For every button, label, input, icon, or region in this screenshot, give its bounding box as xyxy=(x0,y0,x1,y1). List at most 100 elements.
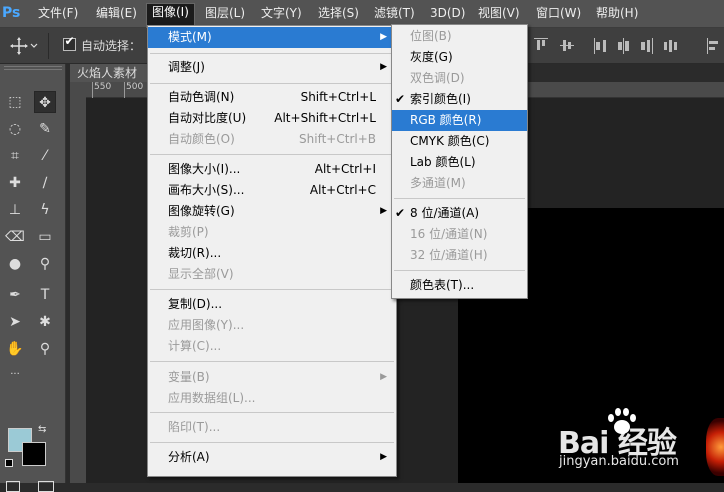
swap-colors-icon[interactable]: ⇆ xyxy=(38,424,46,435)
menu-item-trap[interactable]: 陷印(T)... xyxy=(148,417,396,438)
menu-item-crop[interactable]: 裁剪(P) xyxy=(148,222,396,243)
more-tools-icon[interactable]: ··· xyxy=(4,364,26,386)
menu-item-label: 图像大小(I)... xyxy=(168,162,241,176)
menu-item-shortcut: Shift+Ctrl+B xyxy=(299,132,376,146)
distribute-right-icon[interactable] xyxy=(640,38,654,54)
menu-item-image-rotation[interactable]: 图像旋转(G) ▶ xyxy=(148,201,396,222)
menu-item-calculations[interactable]: 计算(C)... xyxy=(148,336,396,357)
menu-view[interactable]: 视图(V) xyxy=(473,5,525,22)
menu-select[interactable]: 选择(S) xyxy=(313,5,364,22)
mode-submenu: 位图(B) 灰度(G) 双色调(D) ✔ 索引颜色(I) RGB 颜色(R) CM… xyxy=(391,24,528,299)
menu-item-apply-image[interactable]: 应用图像(Y)... xyxy=(148,315,396,336)
menu-separator xyxy=(394,270,525,271)
background-color-swatch[interactable] xyxy=(22,442,46,466)
type-icon[interactable]: T xyxy=(34,284,56,306)
align-left-icon[interactable] xyxy=(707,38,721,54)
submenu-item-color-table[interactable]: 颜色表(T)... xyxy=(392,275,527,296)
menu-separator xyxy=(150,361,394,362)
menu-item-auto-tone[interactable]: 自动色调(N) Shift+Ctrl+L xyxy=(148,87,396,108)
blur-icon[interactable]: ● xyxy=(4,253,26,275)
menu-layer[interactable]: 图层(L) xyxy=(200,5,250,22)
zoom-icon[interactable]: ⚲ xyxy=(34,338,56,360)
menu-separator xyxy=(150,53,394,54)
menu-item-label: 调整(J) xyxy=(168,60,205,74)
submenu-arrow-icon: ▶ xyxy=(380,452,387,462)
document-tab[interactable]: 火焰人素材 xyxy=(70,64,150,82)
menu-separator xyxy=(150,154,394,155)
healing-brush-icon[interactable]: ✚ xyxy=(4,172,26,194)
submenu-item-8-bit[interactable]: ✔ 8 位/通道(A) xyxy=(392,203,527,224)
distribute-icon[interactable] xyxy=(593,38,607,54)
photoshop-logo: Ps xyxy=(2,5,21,21)
menu-item-label: 颜色表(T)... xyxy=(410,278,475,292)
menu-item-reveal-all[interactable]: 显示全部(V) xyxy=(148,264,396,285)
divider xyxy=(48,33,49,59)
menu-item-duplicate[interactable]: 复制(D)... xyxy=(148,294,396,315)
menu-item-shortcut: Alt+Ctrl+I xyxy=(314,162,376,176)
menu-item-trim[interactable]: 裁切(R)... xyxy=(148,243,396,264)
lasso-icon[interactable]: ◌ xyxy=(4,118,26,140)
quick-select-icon[interactable]: ✎ xyxy=(34,118,56,140)
submenu-item-16-bit[interactable]: 16 位/通道(N) xyxy=(392,224,527,245)
menu-3d[interactable]: 3D(D) xyxy=(425,5,470,22)
eyedropper-icon[interactable]: ⁄ xyxy=(34,145,56,167)
move-tool-options-icon[interactable] xyxy=(10,36,40,56)
submenu-item-cmyk-color[interactable]: CMYK 颜色(C) xyxy=(392,131,527,152)
menu-item-apply-data-set[interactable]: 应用数据组(L)... xyxy=(148,388,396,409)
submenu-item-rgb-color[interactable]: RGB 颜色(R) xyxy=(392,110,527,131)
submenu-item-bitmap[interactable]: 位图(B) xyxy=(392,26,527,47)
image-menu-dropdown: 模式(M) ▶ 调整(J) ▶ 自动色调(N) Shift+Ctrl+L 自动对比度(… xyxy=(147,25,397,477)
menu-item-shortcut: Alt+Ctrl+C xyxy=(309,183,376,197)
pen-icon[interactable]: ✒ xyxy=(4,284,26,306)
menu-item-auto-color[interactable]: 自动颜色(O) Shift+Ctrl+B xyxy=(148,129,396,150)
hand-icon[interactable]: ✋ xyxy=(4,338,26,360)
menu-edit[interactable]: 编辑(E) xyxy=(91,5,142,22)
distribute-center-icon[interactable] xyxy=(617,38,631,54)
menu-item-label: 8 位/通道(A) xyxy=(410,206,480,220)
ruler-tick-label: 550 xyxy=(92,82,111,98)
menu-item-label: 陷印(T)... xyxy=(168,420,221,434)
default-colors-icon[interactable] xyxy=(5,459,13,467)
shape-icon[interactable]: ✱ xyxy=(34,311,56,333)
menu-item-shortcut: Alt+Shift+Ctrl+L xyxy=(274,111,376,125)
distribute-h-icon[interactable] xyxy=(664,38,678,54)
menu-item-analysis[interactable]: 分析(A) ▶ xyxy=(148,447,396,468)
menu-separator xyxy=(150,442,394,443)
menu-item-label: 应用图像(Y)... xyxy=(168,318,245,332)
align-vcenter-icon[interactable] xyxy=(560,38,574,54)
align-top-icon[interactable] xyxy=(534,38,548,54)
path-select-icon[interactable]: ➤ xyxy=(4,311,26,333)
menu-help[interactable]: 帮助(H) xyxy=(591,5,643,22)
marquee-icon[interactable]: ⬚ xyxy=(4,91,26,113)
menu-item-image-size[interactable]: 图像大小(I)... Alt+Ctrl+I xyxy=(148,159,396,180)
menu-item-mode[interactable]: 模式(M) ▶ xyxy=(148,27,396,48)
submenu-item-lab-color[interactable]: Lab 颜色(L) xyxy=(392,152,527,173)
gradient-icon[interactable]: ▭ xyxy=(34,226,56,248)
submenu-item-32-bit[interactable]: 32 位/通道(H) xyxy=(392,245,527,266)
clone-stamp-icon[interactable]: ⊥ xyxy=(4,199,26,221)
menu-filter[interactable]: 滤镜(T) xyxy=(369,5,420,22)
history-brush-icon[interactable]: ϟ xyxy=(34,199,56,221)
eraser-icon[interactable]: ⌫ xyxy=(4,226,26,248)
crop-icon[interactable]: ⌗ xyxy=(4,145,26,167)
menu-item-label: 多通道(M) xyxy=(410,176,466,190)
menu-item-adjust[interactable]: 调整(J) ▶ xyxy=(148,57,396,78)
submenu-arrow-icon: ▶ xyxy=(380,372,387,382)
menu-item-auto-contrast[interactable]: 自动对比度(U) Alt+Shift+Ctrl+L xyxy=(148,108,396,129)
brush-icon[interactable]: ∕ xyxy=(34,172,56,194)
move-tool-icon[interactable]: ✥ xyxy=(34,91,56,113)
menu-item-label: 位图(B) xyxy=(410,29,452,43)
checkmark-icon: ✔ xyxy=(395,206,406,220)
menu-type[interactable]: 文字(Y) xyxy=(256,5,307,22)
submenu-item-duotone[interactable]: 双色调(D) xyxy=(392,68,527,89)
submenu-item-indexed-color[interactable]: ✔ 索引颜色(I) xyxy=(392,89,527,110)
submenu-item-multichannel[interactable]: 多通道(M) xyxy=(392,173,527,194)
menu-item-variables[interactable]: 变量(B) ▶ xyxy=(148,367,396,388)
menu-item-label: 自动色调(N) xyxy=(168,90,235,104)
dodge-icon[interactable]: ⚲ xyxy=(34,253,56,275)
menu-file[interactable]: 文件(F) xyxy=(33,5,83,22)
menu-window[interactable]: 窗口(W) xyxy=(531,5,586,22)
menu-item-label: 索引颜色(I) xyxy=(410,92,471,106)
submenu-item-grayscale[interactable]: 灰度(G) xyxy=(392,47,527,68)
menu-item-canvas-size[interactable]: 画布大小(S)... Alt+Ctrl+C xyxy=(148,180,396,201)
